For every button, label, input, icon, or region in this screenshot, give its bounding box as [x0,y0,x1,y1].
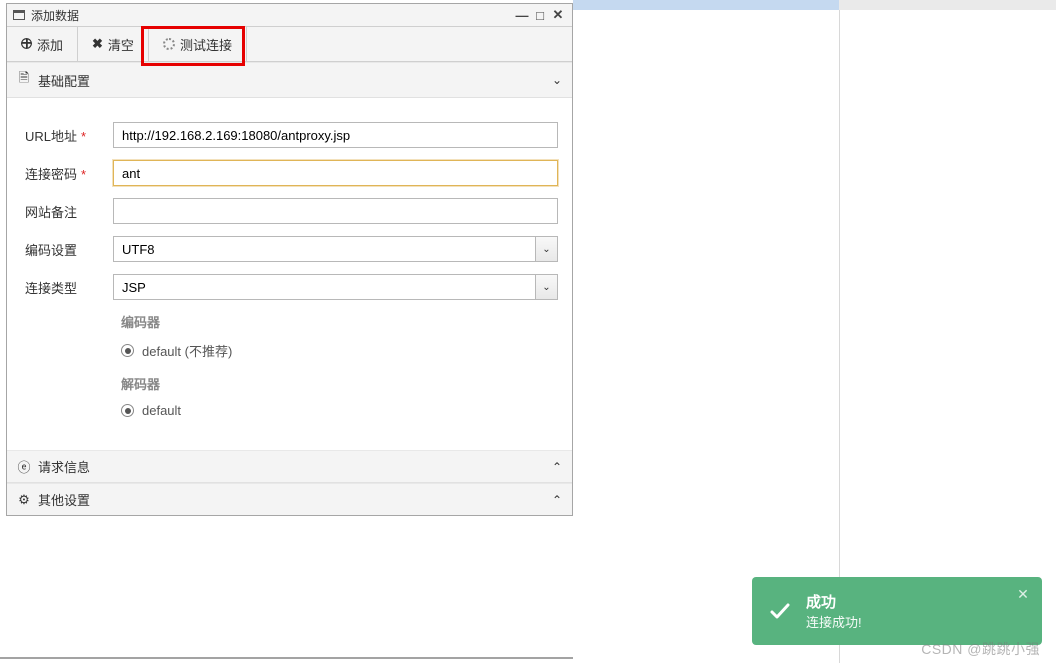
toast-close-button[interactable]: ✕ [1014,585,1032,603]
check-icon [768,599,792,623]
chevron-down-icon: ⌄ [552,73,562,87]
gear-icon: ⚙ [17,492,31,508]
dialog-title: 添加数据 [31,7,79,24]
maximize-button[interactable]: □ [532,8,548,23]
basic-config-body: URL地址* 连接密码* 网站备注 编码设置 ⌄ 连接类型 ⌄ 编码器 [7,98,572,450]
section-basic-label: 基础配置 [38,71,552,90]
window-icon [13,10,25,20]
password-label: 连接密码* [25,164,113,183]
toast-message: 连接成功! [806,612,862,631]
toolbar: 添加 ✖ 清空 测试连接 [7,26,572,62]
document-icon: 🗎 [17,69,31,91]
x-icon: ✖ [92,36,103,52]
dialog-title-bar[interactable]: 添加数据 — □ ✕ [7,4,572,26]
test-connection-button[interactable]: 测试连接 [149,27,247,61]
encoding-select[interactable] [113,236,558,262]
clear-button[interactable]: ✖ 清空 [78,27,149,61]
chevron-up-icon: ⌃ [552,493,562,507]
encoder-subtitle: 编码器 [121,312,558,331]
conntype-label: 连接类型 [25,278,113,297]
url-input[interactable] [113,122,558,148]
plus-circle-icon [21,37,32,52]
minimize-button[interactable]: — [514,8,530,23]
test-connection-label: 测试连接 [180,35,232,54]
add-data-dialog: 添加数据 — □ ✕ 添加 ✖ 清空 测试连接 🗎 基础配置 ⌄ URL地址* [6,3,573,516]
encoder-default-radio[interactable]: default (不推荐) [121,341,558,360]
spinner-icon [163,38,175,50]
encoding-label: 编码设置 [25,240,113,259]
decoder-subtitle: 解码器 [121,374,558,393]
decoder-default-radio[interactable]: default [121,403,558,418]
success-toast: 成功 连接成功! ✕ [752,577,1042,645]
encoder-default-label: default (不推荐) [142,341,232,360]
conntype-select[interactable] [113,274,558,300]
section-request-label: 请求信息 [38,457,552,476]
globe-icon: ⓔ [17,457,31,476]
close-button[interactable]: ✕ [550,7,566,23]
section-other-label: 其他设置 [38,490,552,509]
radio-icon [121,344,134,357]
decoder-default-label: default [142,403,181,418]
section-other-settings[interactable]: ⚙ 其他设置 ⌃ [7,483,572,515]
section-basic-config[interactable]: 🗎 基础配置 ⌄ [7,62,572,98]
section-request-info[interactable]: ⓔ 请求信息 ⌃ [7,450,572,483]
password-input[interactable] [113,160,558,186]
note-input[interactable] [113,198,558,224]
url-label: URL地址* [25,126,113,145]
toast-title: 成功 [806,591,862,612]
clear-button-label: 清空 [108,35,134,54]
add-button[interactable]: 添加 [7,27,78,61]
add-button-label: 添加 [37,35,63,54]
chevron-up-icon: ⌃ [552,460,562,474]
note-label: 网站备注 [25,202,113,221]
radio-icon [121,404,134,417]
